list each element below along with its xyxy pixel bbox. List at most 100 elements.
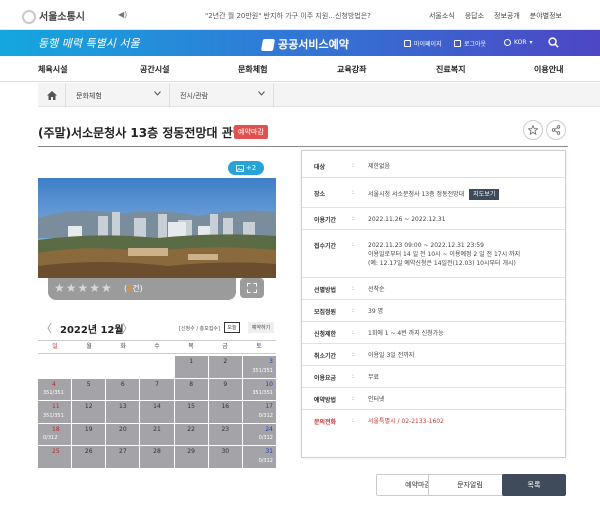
menu-welfare[interactable]: 진료복지 [436,64,465,75]
top-link-disclosure[interactable]: 정보공개 [494,11,520,21]
calendar-day[interactable]: 11 351/351 [38,401,72,423]
calendar-day[interactable]: 1 [174,356,208,378]
info-colon: : [352,351,355,358]
top-link-news[interactable]: 서울소식 [429,11,455,21]
calendar-day[interactable]: 29 [174,446,208,468]
title-divider [38,146,568,147]
prev-month-button[interactable]: 〈 [41,320,52,336]
logo-mark-icon [22,10,36,24]
calendar-day-number: 2 [223,358,228,365]
calendar-day[interactable]: 26 [72,446,106,468]
top-link-field-info[interactable]: 분야별정보 [530,11,562,21]
info-value: 2022.11.23 09:00 ~ 2022.12.31 23:59 이용일로부… [368,241,520,268]
calendar-day[interactable]: 21 [140,423,174,446]
breadcrumb-category-label: 문화체험 [76,92,102,100]
calendar-day[interactable]: 13 [106,401,140,423]
service-logo[interactable]: 공공서비스예약 [260,36,349,52]
seoul-logo[interactable]: 서울소통시 [22,8,85,24]
favorite-button[interactable] [523,120,543,140]
calendar-day[interactable]: 14 [140,401,174,423]
breadcrumb: 문화체험 전시/관람 [38,83,600,107]
calendar-day-number: 3 [269,358,273,365]
calendar-day[interactable]: 2 [208,356,242,378]
language-select[interactable]: KOR ▾ [504,39,533,46]
menu-culture[interactable]: 문화체험 [238,64,267,75]
monitor-icon [404,40,411,47]
calendar-day[interactable]: 3 351/351 [242,356,276,378]
calendar-day[interactable]: 20 [106,423,140,446]
info-value-line: 이용일 3일 전까지 [368,352,415,359]
info-value-line: 서울시청 서소문청사 13층 정동전망대 지도보기 [368,189,500,200]
service-mark-icon [260,39,276,51]
speaker-icon[interactable]: ◀) [118,10,127,19]
calendar-day[interactable]: 9 [208,378,242,401]
menu-education[interactable]: 교육강좌 [337,64,366,75]
calendar-day[interactable]: 16 [208,401,242,423]
top-link-response[interactable]: 응답소 [465,11,484,21]
rating-bar: ★★★★★ (0건) [48,278,236,300]
calendar-day[interactable]: 22 [174,423,208,446]
main-menu: 체육시설 공간시설 문화체험 교육강좌 진료복지 이용안내 [0,56,600,82]
home-button[interactable] [38,83,66,107]
venue-photo[interactable] [38,178,276,278]
calendar-day-number: 4 [52,380,56,388]
calendar-day[interactable]: 27 [106,446,140,468]
info-label: 예약방법 [314,397,337,404]
calendar-day[interactable]: 5 [72,378,106,401]
mypage-link[interactable]: 마이페이지 [404,39,442,48]
breadcrumb-subcategory-select[interactable]: 전시/관람 [170,83,274,107]
calendar-day[interactable]: 17 0/312 [242,401,276,423]
more-photos-button[interactable]: +2 [228,161,264,175]
rating-stars[interactable]: ★★★★★ [54,281,113,295]
breadcrumb-category-select[interactable]: 문화체험 [66,83,170,107]
calendar-day-count: 0/312 [258,458,273,464]
calendar-day-number: 18 [52,425,60,433]
sms-alert-button[interactable]: 문자알림 [428,474,512,496]
calendar-day[interactable]: 30 [208,446,242,468]
share-button[interactable] [546,120,566,140]
calendar-day[interactable]: 7 [140,378,174,401]
expand-photo-button[interactable] [240,278,264,298]
info-row-capacity: 모집정원: 39 명 [302,300,565,322]
calendar-day[interactable]: 8 [174,378,208,401]
calendar-day-number: 28 [153,448,161,456]
calendar-day-number: 22 [187,425,195,433]
reserve-button[interactable]: 예약하기 [248,322,274,333]
calendar-day-count: 351/351 [43,412,64,419]
next-month-button[interactable]: 〉 [122,320,133,336]
calendar-day-number: 6 [120,380,125,388]
notice-ticker[interactable]: "2년간 월 20만원" 반지하 가구 이주 지원...신청방법은? [205,11,371,21]
list-button[interactable]: 목록 [502,474,566,496]
info-value: 인터넷 [368,395,385,404]
calendar-day[interactable]: 19 [72,423,106,446]
calendar-weekdays: 일 월 화 수 목 금 토 [38,340,276,354]
weekday-tue: 화 [120,343,126,350]
today-button[interactable]: 오늘 [224,322,240,333]
calendar-grid: 1 2 3 351/351 4 351/351 5 6 7 8 9 10 351/351 11 351/35… [38,356,276,468]
calendar-day[interactable]: 4 351/351 [38,378,72,401]
calendar-day[interactable]: 23 [208,423,242,446]
logout-link[interactable]: 로그아웃 [454,39,486,48]
menu-space[interactable]: 공간시설 [140,64,169,75]
calendar-day-count: 0/312 [258,435,273,442]
weekday-sat: 토 [256,343,262,350]
menu-guide[interactable]: 이용안내 [534,64,563,75]
globe-icon [504,39,511,46]
calendar-day[interactable]: 24 0/312 [242,423,276,446]
calendar-day[interactable]: 25 [38,446,72,468]
info-colon: : [352,215,355,222]
status-badge: 예약마감 [234,125,268,139]
calendar-day-number: 23 [221,425,230,433]
menu-sports[interactable]: 체육시설 [38,64,67,75]
info-colon: : [352,162,355,169]
calendar-day[interactable]: 6 [106,378,140,401]
calendar-day[interactable]: 12 [72,401,106,423]
calendar-day[interactable]: 31 0/312 [242,446,276,468]
calendar-day[interactable]: 15 [174,401,208,423]
calendar-day[interactable]: 18 0/312 [38,423,72,446]
info-value: 이용일 3일 전까지 [368,351,414,360]
calendar-day[interactable]: 10 351/351 [242,378,276,401]
map-view-button[interactable]: 지도보기 [469,189,500,200]
calendar-day[interactable]: 28 [140,446,174,468]
search-icon[interactable] [548,37,559,48]
